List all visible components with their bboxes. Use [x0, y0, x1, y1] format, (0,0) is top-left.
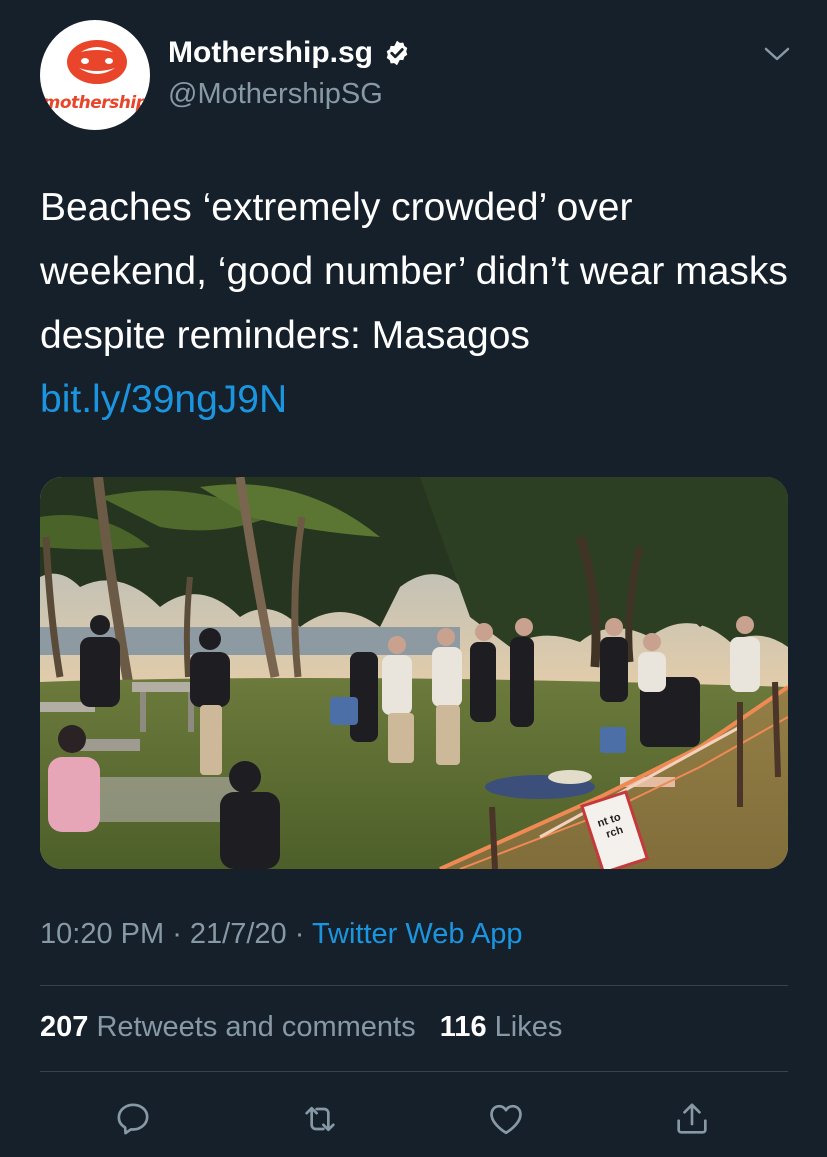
display-name[interactable]: Mothership.sg — [168, 36, 373, 70]
reply-icon — [117, 1103, 149, 1135]
author-handle[interactable]: @MothershipSG — [168, 78, 383, 111]
retweets-stat[interactable]: 207 Retweets and comments — [40, 1011, 416, 1043]
tweet-detail: mothership Mothership.sg @MothershipSG B… — [0, 0, 827, 1157]
tweet-source[interactable]: Twitter Web App — [312, 918, 523, 950]
chevron-down-icon[interactable] — [762, 43, 792, 65]
divider — [40, 985, 788, 986]
likes-label: Likes — [494, 1011, 563, 1043]
share-button[interactable] — [670, 1097, 714, 1141]
avatar[interactable]: mothership — [40, 20, 150, 130]
likes-stat[interactable]: 116 Likes — [440, 1011, 563, 1043]
divider — [40, 1071, 788, 1072]
avatar-wordmark: mothership — [42, 93, 148, 113]
tweet-link[interactable]: bit.ly/39ngJ9N — [40, 368, 287, 432]
like-button[interactable] — [484, 1097, 528, 1141]
retweets-label: Retweets and comments — [96, 1011, 416, 1043]
share-icon — [677, 1103, 707, 1134]
beach-crowd-photo: nt to rch — [40, 477, 788, 869]
mothership-logo-icon — [67, 40, 127, 84]
author-name-row: Mothership.sg — [168, 36, 411, 70]
tweet-time[interactable]: 10:20 PM — [40, 918, 164, 950]
tweet-photo[interactable]: nt to rch — [40, 477, 788, 869]
tweet-date[interactable]: 21/7/20 — [190, 918, 287, 950]
retweets-count: 207 — [40, 1011, 89, 1043]
verified-badge-icon — [386, 40, 408, 66]
meta-separator: · — [164, 918, 190, 950]
likes-count: 116 — [439, 1011, 487, 1043]
tweet-meta: 10:20 PM · 21/7/20 · Twitter Web App — [40, 918, 523, 951]
tweet-stats: 207 Retweets and comments 116 Likes — [40, 1011, 562, 1044]
meta-separator: · — [286, 918, 312, 950]
like-icon — [490, 1104, 522, 1135]
retweet-icon — [305, 1106, 335, 1132]
reply-button[interactable] — [111, 1097, 155, 1141]
retweet-button[interactable] — [298, 1097, 342, 1141]
tweet-text: Beaches ‘extremely crowded’ over weekend… — [40, 186, 788, 357]
